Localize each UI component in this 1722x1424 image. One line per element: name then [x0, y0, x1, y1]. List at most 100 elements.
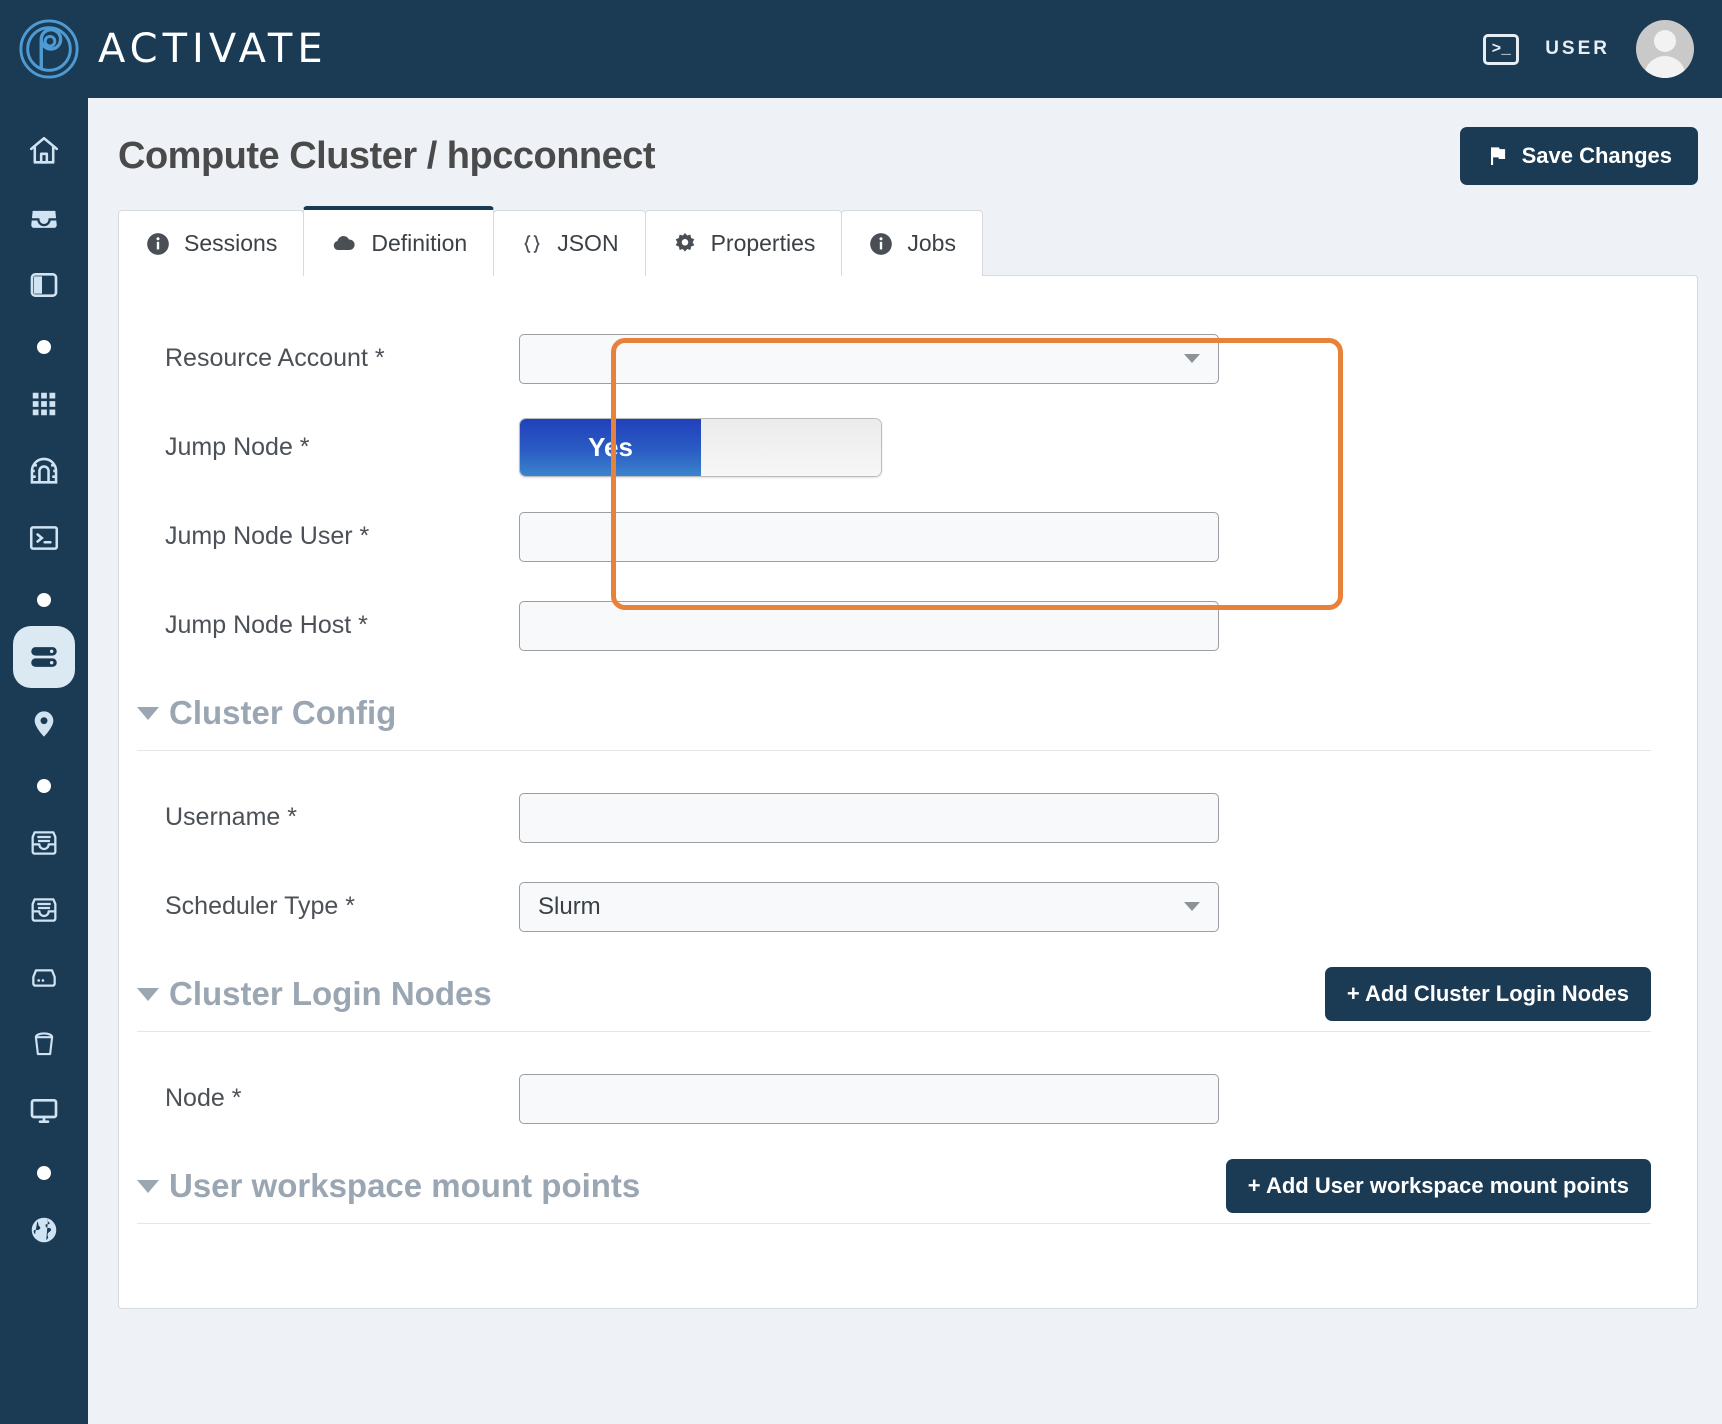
- chevron-down-icon: [1184, 902, 1200, 911]
- tab-sessions-label: Sessions: [184, 230, 278, 256]
- sidebar-item-home[interactable]: [13, 120, 75, 182]
- jump-node-toggle-off-track[interactable]: [701, 419, 881, 476]
- sidebar-separator-dot: [13, 1147, 75, 1199]
- brand-name: ACTIVATE: [98, 26, 328, 72]
- user-menu-label[interactable]: USER: [1545, 38, 1610, 60]
- terminal-glyph: >_: [1491, 40, 1511, 58]
- tab-definition-label: Definition: [371, 229, 468, 256]
- monitor-icon: [30, 1099, 58, 1123]
- section-user-workspace-mount-points-title: User workspace mount points: [169, 1167, 641, 1204]
- sidebar-item-locations[interactable]: [13, 693, 75, 755]
- tunnel-icon: [30, 457, 58, 484]
- globe-icon: [31, 1217, 57, 1243]
- node-label: Node *: [165, 1084, 242, 1112]
- page-title: Compute Cluster / hpcconnect: [118, 134, 656, 177]
- jump-node-host-input[interactable]: [519, 600, 1219, 651]
- chevron-down-icon: [1184, 354, 1200, 363]
- resource-account-select[interactable]: [519, 333, 1219, 384]
- info-icon: [145, 231, 171, 257]
- sidebar-item-desktop[interactable]: [13, 1080, 75, 1142]
- section-cluster-login-nodes[interactable]: Cluster Login Nodes + Add Cluster Login …: [119, 957, 1697, 1031]
- archive-box-icon: [31, 898, 57, 922]
- tab-sessions[interactable]: Sessions: [118, 210, 305, 276]
- chevron-down-icon: [137, 1179, 159, 1193]
- sidebar-item-apps[interactable]: [13, 373, 75, 435]
- sidebar-item-archive-1[interactable]: [13, 812, 75, 874]
- section-cluster-login-nodes-title: Cluster Login Nodes: [169, 975, 492, 1012]
- field-row-node: Node *: [119, 1054, 1697, 1143]
- add-user-workspace-mount-points-button[interactable]: + Add User workspace mount points: [1225, 1159, 1651, 1213]
- dot-separator-icon: [37, 593, 51, 607]
- username-input[interactable]: [519, 792, 1219, 843]
- jump-node-label: Jump Node *: [165, 433, 310, 461]
- dot-separator-icon: [37, 1166, 51, 1180]
- scheduler-type-select[interactable]: Slurm: [519, 881, 1219, 932]
- field-row-jump-node: Jump Node * Yes: [119, 403, 1697, 492]
- server-cluster-icon: [31, 647, 57, 667]
- cloud-icon: [330, 230, 358, 256]
- gear-icon: [672, 231, 698, 257]
- terminal-icon[interactable]: >_: [1483, 33, 1520, 65]
- section-cluster-config[interactable]: Cluster Config: [119, 676, 1697, 750]
- field-row-username: Username *: [119, 773, 1697, 862]
- inbox-icon: [31, 210, 57, 228]
- info-icon: [868, 231, 894, 257]
- field-row-jump-node-user: Jump Node User *: [119, 492, 1697, 581]
- resource-account-label: Resource Account *: [165, 344, 385, 372]
- section-user-workspace-mount-points[interactable]: User workspace mount points + Add User w…: [119, 1149, 1697, 1223]
- jump-node-toggle[interactable]: Yes: [519, 418, 882, 477]
- sidebar-item-tunnel[interactable]: [13, 440, 75, 502]
- sidebar-item-storage[interactable]: [13, 946, 75, 1008]
- layout-columns-icon: [30, 273, 58, 297]
- chevron-down-icon: [137, 987, 159, 1001]
- chevron-down-icon: [137, 706, 159, 720]
- sidebar-item-terminal[interactable]: [13, 507, 75, 569]
- sidebar-separator-dot: [13, 574, 75, 626]
- field-row-resource-account: Resource Account *: [119, 314, 1697, 403]
- tab-json-label: JSON: [557, 230, 619, 256]
- top-bar: ACTIVATE >_ USER: [0, 0, 1722, 98]
- flag-icon: [1490, 147, 1505, 165]
- section-divider: [137, 1223, 1651, 1224]
- tab-jobs-label: Jobs: [907, 230, 956, 256]
- jump-node-toggle-on-label: Yes: [520, 419, 701, 476]
- hard-drive-icon: [32, 969, 56, 987]
- tab-jobs[interactable]: Jobs: [841, 210, 983, 276]
- sidebar-item-layout[interactable]: [13, 254, 75, 316]
- sidebar: [0, 98, 88, 1424]
- scheduler-type-value: Slurm: [538, 892, 601, 920]
- bucket-icon: [34, 1032, 54, 1056]
- section-cluster-config-title: Cluster Config: [169, 694, 397, 731]
- dot-separator-icon: [37, 779, 51, 793]
- add-cluster-login-nodes-button[interactable]: + Add Cluster Login Nodes: [1324, 967, 1651, 1021]
- terminal-icon: [29, 526, 59, 550]
- fingerprint-p-logo: [19, 19, 79, 79]
- tab-definition[interactable]: Definition: [303, 206, 495, 276]
- sidebar-item-global[interactable]: [13, 1199, 75, 1261]
- tab-bar: Sessions Definition JSON Properties Jobs: [118, 206, 1698, 276]
- tab-json[interactable]: JSON: [493, 210, 646, 276]
- tab-properties[interactable]: Properties: [644, 210, 843, 276]
- sidebar-item-inbox[interactable]: [13, 187, 75, 249]
- jump-node-host-label: Jump Node Host *: [165, 611, 368, 639]
- sidebar-separator-dot: [13, 760, 75, 812]
- save-changes-label: Save Changes: [1521, 143, 1672, 168]
- map-pin-icon: [34, 711, 54, 737]
- sidebar-item-archive-2[interactable]: [13, 879, 75, 941]
- jump-node-user-input[interactable]: [519, 511, 1219, 562]
- brand[interactable]: ACTIVATE: [0, 18, 328, 80]
- dot-separator-icon: [37, 340, 51, 354]
- avatar[interactable]: [1636, 20, 1694, 78]
- scheduler-type-label: Scheduler Type *: [165, 892, 355, 920]
- sidebar-separator-dot: [13, 321, 75, 373]
- jump-node-user-label: Jump Node User *: [165, 522, 370, 550]
- sidebar-item-bucket[interactable]: [13, 1013, 75, 1075]
- save-changes-button[interactable]: Save Changes: [1459, 127, 1698, 185]
- home-icon: [29, 136, 59, 164]
- node-input[interactable]: [519, 1073, 1219, 1124]
- definition-panel: Resource Account * Jump Node * Yes Jump …: [118, 275, 1698, 1309]
- archive-box-icon: [31, 831, 57, 855]
- sidebar-item-compute-cluster[interactable]: [13, 626, 75, 688]
- braces-icon: [520, 231, 544, 257]
